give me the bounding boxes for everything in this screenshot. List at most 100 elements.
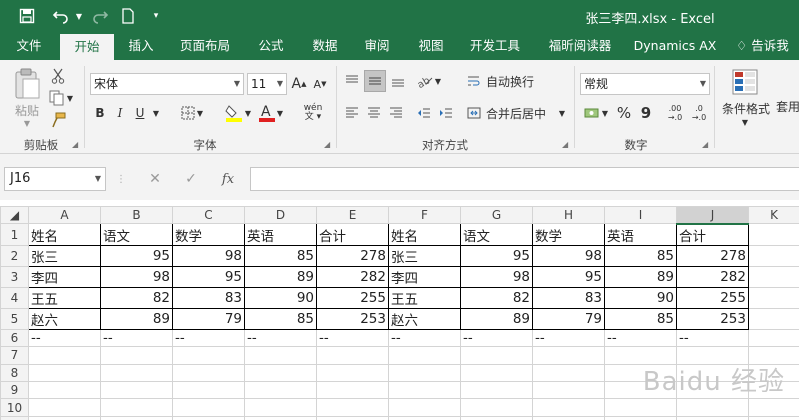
conditional-formatting-button[interactable]: 条件格式	[718, 100, 774, 116]
cell[interactable]	[172, 415, 245, 420]
decrease-decimal-button[interactable]: .0 →.0	[688, 100, 710, 126]
paste-dropdown-icon[interactable]: ▼	[20, 118, 34, 128]
cell[interactable]: 253	[676, 307, 749, 330]
italic-button[interactable]: I	[111, 102, 129, 124]
new-file-icon[interactable]	[118, 6, 138, 26]
cell[interactable]	[748, 328, 799, 348]
cell[interactable]: --	[172, 328, 245, 348]
column-header[interactable]: G	[460, 205, 533, 225]
paste-button[interactable]: 粘贴	[10, 102, 44, 118]
cell[interactable]: --	[676, 328, 749, 348]
column-header[interactable]: I	[604, 205, 677, 225]
row-header[interactable]: 11	[0, 415, 29, 420]
row-header[interactable]: 1	[0, 223, 29, 246]
row-header[interactable]: 9	[0, 381, 29, 400]
phonetic-guide-button[interactable]: wén 文 ▾	[298, 102, 328, 124]
tab-page-layout[interactable]: 页面布局	[172, 32, 238, 60]
cell[interactable]: 89	[100, 307, 173, 330]
row-header[interactable]: 3	[0, 265, 29, 288]
cell[interactable]: 张三	[388, 244, 461, 267]
increase-decimal-button[interactable]: .00 →.0	[664, 100, 686, 126]
cell[interactable]: 姓名	[28, 223, 101, 246]
borders-button[interactable]: ▼	[176, 102, 208, 124]
row-header[interactable]: 10	[0, 398, 29, 417]
cell[interactable]: 合计	[316, 223, 389, 246]
cell[interactable]	[316, 363, 389, 383]
cancel-icon[interactable]: ✕	[144, 168, 166, 190]
align-center-icon[interactable]	[364, 102, 384, 124]
row-header[interactable]: 4	[0, 286, 29, 309]
format-as-table-button[interactable]: 套用表格格	[776, 100, 799, 130]
cell[interactable]	[316, 415, 389, 420]
cell[interactable]: 赵六	[388, 307, 461, 330]
cell[interactable]: 85	[604, 244, 677, 267]
grow-font-button[interactable]: A ▲	[291, 73, 307, 95]
cell[interactable]	[172, 363, 245, 383]
tab-view[interactable]: 视图	[408, 32, 454, 60]
column-header[interactable]: D	[244, 205, 317, 225]
cell[interactable]: --	[460, 328, 533, 348]
cell[interactable]: 王五	[28, 286, 101, 309]
cell[interactable]	[100, 363, 173, 383]
enter-icon[interactable]: ✓	[180, 168, 202, 190]
tab-review[interactable]: 审阅	[354, 32, 400, 60]
cell[interactable]: 89	[604, 265, 677, 288]
tab-home[interactable]: 开始	[60, 34, 114, 60]
conditional-formatting-dropdown-icon[interactable]: ▼	[738, 116, 752, 128]
cell[interactable]	[28, 381, 101, 400]
cell[interactable]: 98	[100, 265, 173, 288]
shrink-font-button[interactable]: A ▼	[312, 73, 328, 95]
row-header[interactable]: 8	[0, 363, 29, 383]
percent-button[interactable]: %	[614, 102, 634, 124]
font-launcher-icon[interactable]: ◢	[324, 140, 330, 149]
bold-button[interactable]: B	[91, 102, 109, 124]
cell[interactable]: 278	[316, 244, 389, 267]
column-header[interactable]: H	[532, 205, 605, 225]
cell[interactable]: 语文	[100, 223, 173, 246]
bottom-align-icon[interactable]	[388, 70, 408, 92]
tab-dynamics-ax[interactable]: Dynamics AX	[628, 32, 722, 60]
cell[interactable]	[460, 398, 533, 417]
cell[interactable]: 82	[460, 286, 533, 309]
cell[interactable]: 95	[532, 265, 605, 288]
copy-icon[interactable]: ▼	[46, 88, 76, 108]
middle-align-icon[interactable]	[364, 70, 386, 92]
row-header[interactable]: 7	[0, 346, 29, 365]
row-header[interactable]: 5	[0, 307, 29, 330]
cell[interactable]: 数学	[532, 223, 605, 246]
font-name-select[interactable]: 宋体 ▼	[90, 73, 244, 95]
cell[interactable]	[28, 363, 101, 383]
column-header[interactable]: E	[316, 205, 389, 225]
cell[interactable]: 90	[604, 286, 677, 309]
cell[interactable]: 95	[100, 244, 173, 267]
cell[interactable]	[244, 363, 317, 383]
cell[interactable]	[244, 398, 317, 417]
tab-data[interactable]: 数据	[302, 32, 348, 60]
cell[interactable]	[172, 398, 245, 417]
cell[interactable]	[460, 415, 533, 420]
insert-function-icon[interactable]: fx	[216, 168, 240, 190]
cell[interactable]: 79	[532, 307, 605, 330]
cell[interactable]: 85	[604, 307, 677, 330]
cell[interactable]: --	[532, 328, 605, 348]
format-painter-icon[interactable]	[48, 110, 68, 130]
cell[interactable]: 89	[460, 307, 533, 330]
cell[interactable]: 数学	[172, 223, 245, 246]
name-box[interactable]: J16 ▼	[4, 167, 106, 191]
customize-toolbar-icon[interactable]: ▾	[148, 6, 164, 26]
cell[interactable]: 282	[316, 265, 389, 288]
tell-me-box[interactable]: ♢ 告诉我	[736, 32, 799, 60]
cell[interactable]	[244, 346, 317, 365]
paste-icon[interactable]	[10, 66, 44, 102]
cell[interactable]	[388, 363, 461, 383]
fill-color-button[interactable]: ▼	[220, 100, 256, 126]
cell[interactable]: 85	[244, 244, 317, 267]
merge-center-button[interactable]: 合并后居中	[486, 102, 556, 124]
cell[interactable]	[748, 415, 799, 420]
cell[interactable]	[100, 398, 173, 417]
align-right-icon[interactable]	[386, 102, 406, 124]
merge-dropdown-icon[interactable]: ▼	[556, 102, 568, 124]
cell[interactable]	[388, 346, 461, 365]
align-left-icon[interactable]	[342, 102, 362, 124]
cell[interactable]	[532, 363, 605, 383]
